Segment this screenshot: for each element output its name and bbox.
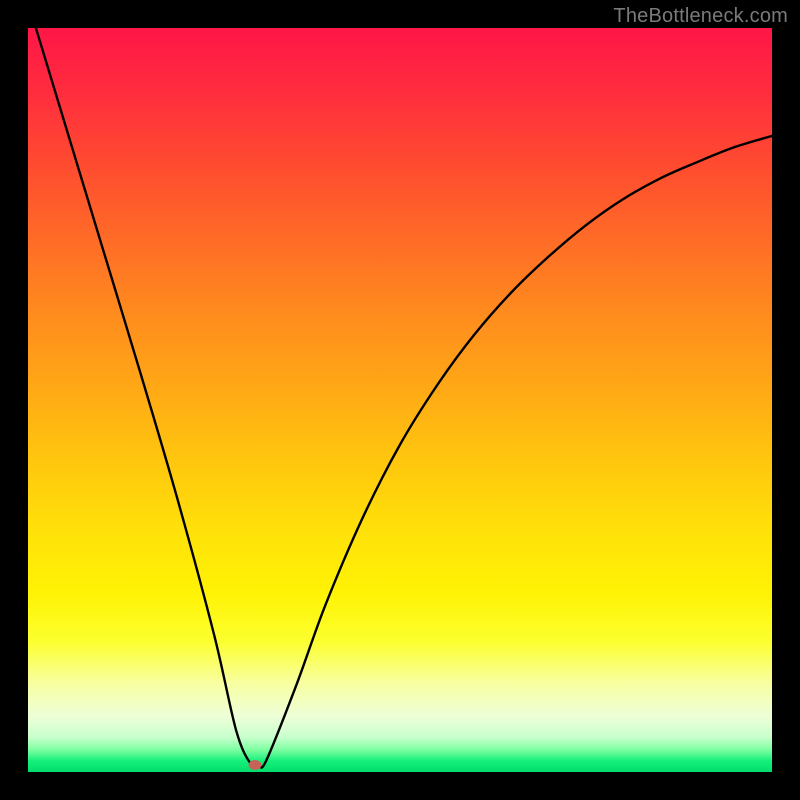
plot-area (28, 28, 772, 772)
min-marker-icon (248, 760, 261, 770)
watermark-label: TheBottleneck.com (613, 5, 788, 28)
curve-svg (28, 28, 772, 772)
bottleneck-curve (28, 2, 772, 768)
chart-frame: TheBottleneck.com (0, 0, 800, 800)
